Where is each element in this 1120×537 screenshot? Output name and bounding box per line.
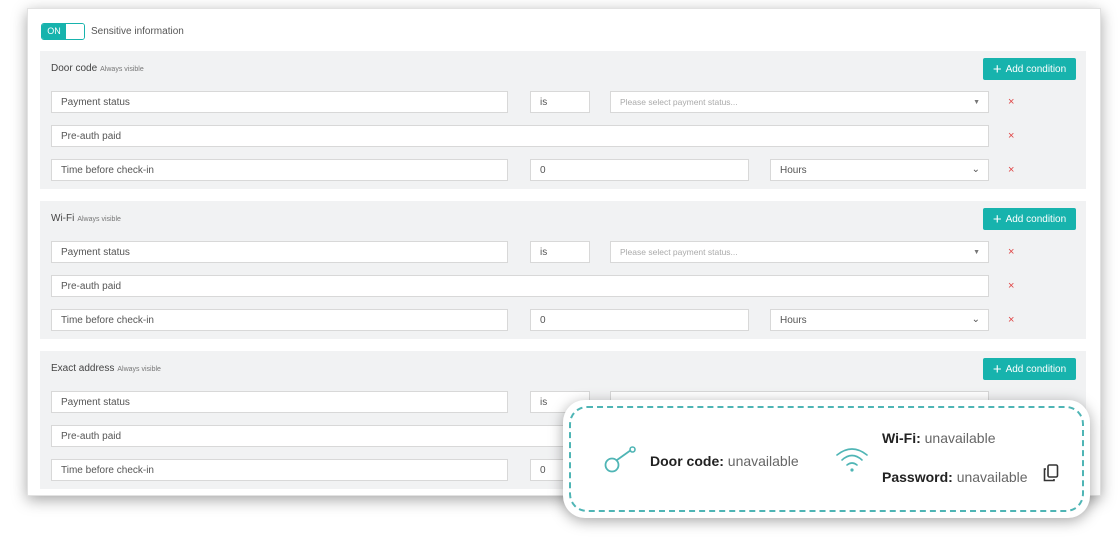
copy-icon[interactable] [1043,464,1059,482]
sensitive-info-row: ON Sensitive information [41,21,184,41]
time-unit-select[interactable]: Hours ⌄ [770,159,989,181]
time-unit-value: Hours [780,164,807,176]
condition-field[interactable]: Pre-auth paid [51,275,989,297]
wifi-status: Wi-Fi: unavailable [882,430,995,446]
condition-operator[interactable]: is [530,91,590,113]
condition-field[interactable]: Payment status [51,391,508,413]
wifi-label: Wi-Fi: [882,430,921,446]
access-info-callout: Door code: unavailable Wi-Fi: unavailabl… [563,400,1090,518]
payment-status-select[interactable]: Please select payment status... ▼ [610,91,989,113]
door-code-label: Door code: [650,453,724,469]
time-value-input[interactable]: 0 [530,159,749,181]
visibility-note: Always visible [117,366,161,373]
add-condition-button[interactable]: + Add condition [983,358,1076,380]
section-title: Exact address Always visible [51,363,161,374]
time-unit-value: Hours [780,314,807,326]
add-condition-label: Add condition [1005,63,1067,75]
plus-icon: + [992,60,1002,78]
payment-status-placeholder: Please select payment status... [620,247,738,257]
sensitive-info-toggle[interactable]: ON [41,22,85,40]
caret-down-icon: ▼ [973,249,980,256]
chevron-down-icon: ⌄ [971,314,980,325]
add-condition-label: Add condition [1005,213,1067,225]
password-label: Password: [882,469,953,485]
remove-condition-icon[interactable]: × [1008,314,1014,326]
remove-condition-icon[interactable]: × [1008,280,1014,292]
condition-field[interactable]: Time before check-in [51,309,508,331]
time-value-input[interactable]: 0 [530,309,749,331]
section-title: Wi-Fi Always visible [51,213,121,224]
condition-field[interactable]: Time before check-in [51,159,508,181]
condition-field[interactable]: Time before check-in [51,459,508,481]
section-title-text: Door code [51,63,98,74]
plus-icon: + [992,210,1002,228]
condition-field[interactable]: Payment status [51,91,508,113]
payment-status-select[interactable]: Please select payment status... ▼ [610,241,989,263]
add-condition-button[interactable]: + Add condition [983,58,1076,80]
payment-status-placeholder: Please select payment status... [620,97,738,107]
chevron-down-icon: ⌄ [971,164,980,175]
add-condition-label: Add condition [1005,363,1067,375]
section-wifi: Wi-Fi Always visible + Add condition Paym… [40,201,1086,339]
condition-field[interactable]: Pre-auth paid [51,125,989,147]
section-door-code: Door code Always visible + Add condition … [40,51,1086,189]
toggle-knob [66,23,84,39]
password-status: Password: unavailable [882,469,1028,485]
door-code-status: Door code: unavailable [650,453,799,469]
callout-dashed-border: Door code: unavailable Wi-Fi: unavailabl… [569,406,1084,512]
door-code-value: unavailable [727,453,799,469]
section-title-text: Exact address [51,363,115,374]
remove-condition-icon[interactable]: × [1008,96,1014,108]
password-value: unavailable [956,469,1028,485]
condition-field[interactable]: Payment status [51,241,508,263]
caret-down-icon: ▼ [973,99,980,106]
time-unit-select[interactable]: Hours ⌄ [770,309,989,331]
remove-condition-icon[interactable]: × [1008,246,1014,258]
toggle-on-label: ON [42,23,66,39]
key-icon [604,446,636,473]
wifi-value: unavailable [924,430,996,446]
remove-condition-icon[interactable]: × [1008,130,1014,142]
remove-condition-icon[interactable]: × [1008,164,1014,176]
plus-icon: + [992,360,1002,378]
condition-operator[interactable]: is [530,241,590,263]
visibility-note: Always visible [100,66,144,73]
section-title-text: Wi-Fi [51,213,75,224]
sensitive-info-label: Sensitive information [91,25,184,37]
wifi-icon [836,448,868,472]
section-title: Door code Always visible [51,63,144,74]
visibility-note: Always visible [77,216,121,223]
add-condition-button[interactable]: + Add condition [983,208,1076,230]
